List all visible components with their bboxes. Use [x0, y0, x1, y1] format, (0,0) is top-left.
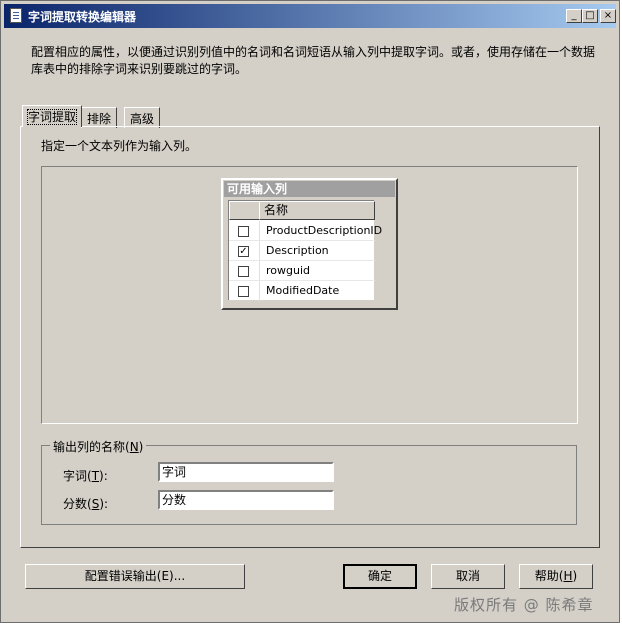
copyright-watermark: 版权所有 @ 陈希章	[454, 596, 594, 614]
term-column-name-field[interactable]: 字词	[158, 462, 334, 482]
maximize-button[interactable]: □	[582, 9, 598, 23]
column-name: ProductDescriptionID	[266, 224, 383, 237]
column-name: rowguid	[266, 264, 310, 277]
instruction-text: 指定一个文本列作为输入列。	[41, 139, 198, 153]
column-checkbox[interactable]	[238, 226, 249, 237]
cancel-button[interactable]: 取消	[431, 564, 505, 589]
column-name: ModifiedDate	[266, 284, 340, 297]
tab-label: 高级	[130, 112, 155, 126]
column-checkbox[interactable]	[238, 286, 249, 297]
score-column-name-field[interactable]: 分数	[158, 490, 334, 510]
tab-label: 字词提取	[26, 109, 78, 125]
column-checkbox-checked[interactable]: ✓	[238, 246, 249, 257]
score-label: 分数(S):	[63, 497, 109, 511]
window-title: 字词提取转换编辑器	[28, 10, 137, 24]
tab-label: 排除	[87, 112, 112, 126]
close-button[interactable]: ×	[600, 9, 616, 23]
checkbox-column-header[interactable]	[229, 201, 260, 220]
output-group-label: 输出列的名称(N)	[50, 438, 147, 455]
table-row[interactable]: ProductDescriptionID	[229, 221, 382, 241]
tab-term-extraction[interactable]: 字词提取	[22, 105, 83, 127]
input-columns-grid: 名称 ProductDescriptionID ✓ Description ro…	[228, 200, 382, 301]
table-row[interactable]: rowguid	[229, 261, 375, 281]
dialog-description: 配置相应的属性，以便通过识别列值中的名词和名词短语从输入列中提取字词。或者，使用…	[31, 45, 596, 76]
table-row[interactable]: ModifiedDate	[229, 281, 375, 301]
output-column-names-group: 输出列的名称(N)	[41, 438, 577, 525]
tab-exclusion[interactable]: 排除	[81, 107, 118, 128]
help-button[interactable]: 帮助(H)	[519, 564, 593, 589]
input-columns-header: 可用输入列	[224, 181, 395, 197]
column-name: Description	[266, 244, 329, 257]
name-column-header[interactable]: 名称	[259, 201, 375, 220]
configure-error-output-button[interactable]: 配置错误输出(E)...	[25, 564, 245, 589]
term-label: 字词(T):	[63, 469, 108, 483]
minimize-button[interactable]: _	[566, 9, 582, 23]
available-input-columns-box[interactable]: 可用输入列 名称 ProductDescriptionID ✓ Descript…	[221, 178, 398, 310]
title-bar[interactable]: 字词提取转换编辑器 _ □ ×	[4, 4, 616, 28]
tab-advanced[interactable]: 高级	[124, 107, 161, 128]
dialog-window: 字词提取转换编辑器 _ □ × 配置相应的属性，以便通过识别列值中的名词和名词短…	[0, 0, 620, 623]
table-row[interactable]: ✓ Description	[229, 241, 375, 261]
app-icon	[10, 8, 22, 23]
column-checkbox[interactable]	[238, 266, 249, 277]
ok-button[interactable]: 确定	[343, 564, 417, 589]
